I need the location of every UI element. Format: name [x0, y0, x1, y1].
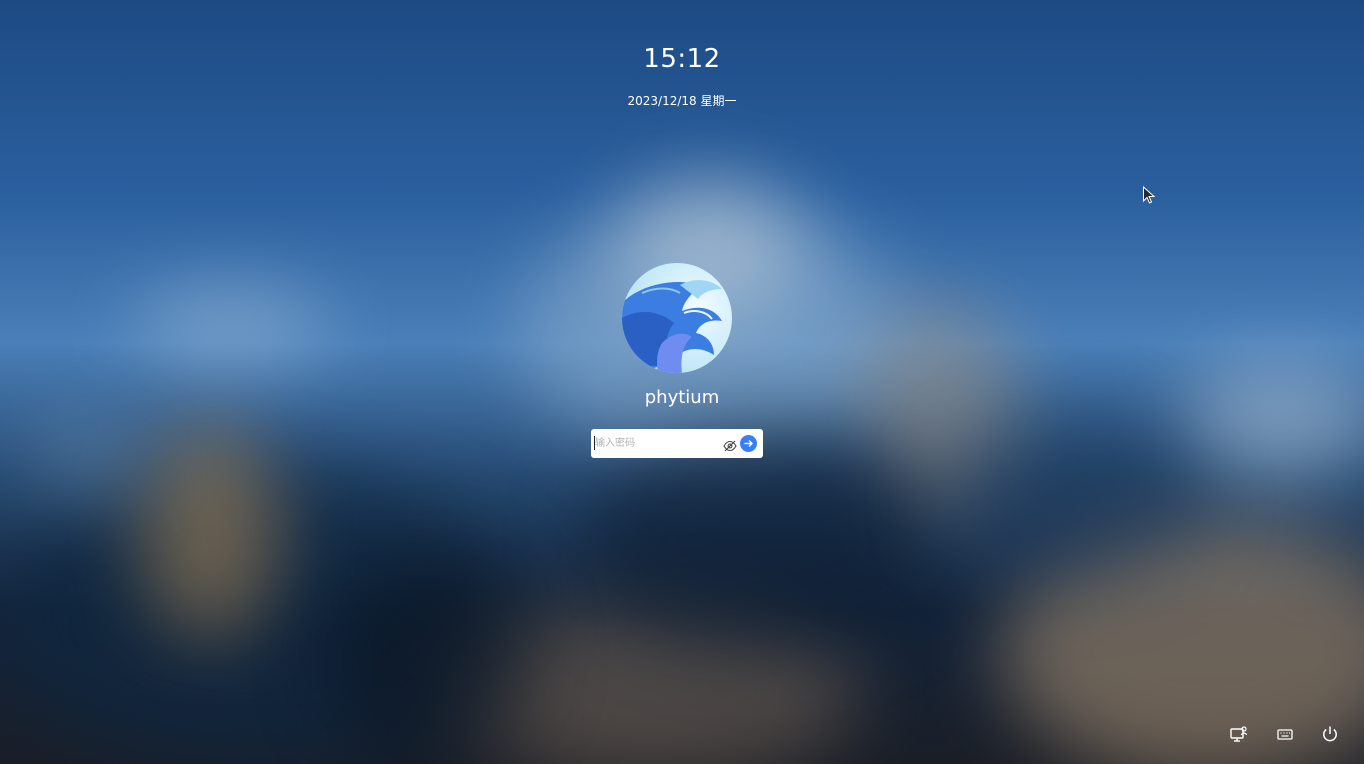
- user-avatar[interactable]: [622, 263, 732, 373]
- text-caret: [594, 436, 595, 450]
- background-blur: [940, 420, 1200, 580]
- eye-hidden-icon[interactable]: [723, 437, 737, 452]
- background-blur: [140, 420, 280, 640]
- username-label: phytium: [644, 387, 720, 408]
- background-blur: [580, 430, 940, 650]
- keyboard-icon: [1277, 729, 1293, 740]
- password-input[interactable]: [594, 433, 715, 454]
- clock-time: 15:12: [643, 44, 721, 74]
- lock-screen: 15:12 2023/12/18 星期一 phytium: [0, 0, 1364, 764]
- switch-user-button[interactable]: [1229, 724, 1249, 744]
- clock-date: 2023/12/18 星期一: [627, 94, 737, 108]
- power-icon: [1323, 726, 1337, 742]
- mouse-pointer-icon: [1142, 185, 1156, 204]
- password-field-container: [591, 429, 763, 458]
- switch-user-icon: [1230, 726, 1248, 742]
- background-blur: [30, 420, 150, 500]
- power-button[interactable]: [1320, 724, 1340, 744]
- login-submit-button[interactable]: [740, 435, 757, 452]
- keyboard-button[interactable]: [1275, 724, 1295, 744]
- background-blur: [1180, 360, 1364, 480]
- dragon-avatar-icon: [622, 280, 722, 373]
- background-blur: [130, 290, 330, 360]
- arrow-right-icon: [744, 440, 753, 447]
- background-blur: [330, 560, 530, 760]
